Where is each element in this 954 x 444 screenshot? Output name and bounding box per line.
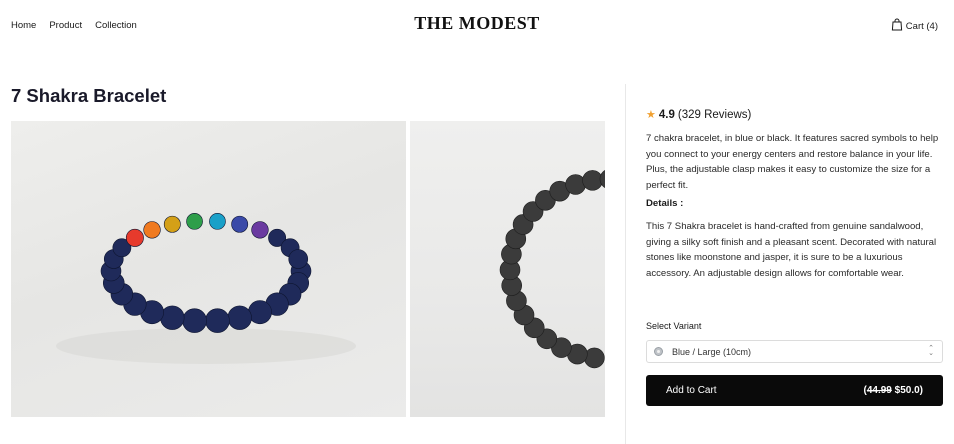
bead [248,300,272,325]
bracelet-lava-photo [499,169,605,369]
bead [251,221,269,239]
bead [288,249,309,269]
details-heading: Details : [646,198,684,209]
bead [163,215,181,233]
bead [205,308,230,333]
bead [231,215,249,233]
bracelet-colorful-photo [56,213,356,364]
variant-select[interactable]: Blue / Large (10cm) ⌃ ⌄ [646,340,943,363]
bead [160,305,185,330]
cart-button[interactable]: Cart (4) [891,18,938,34]
product-image-secondary[interactable] [410,121,605,417]
product-rating: ★ 4.9 (329 Reviews) [646,108,752,122]
rating-score: 4.9 [658,108,675,121]
details-text: This 7 Shakra bracelet is hand-crafted f… [646,221,937,279]
bead [182,308,207,333]
bead [565,174,586,195]
panel-divider [625,84,626,444]
product-title: 7 Shakra Bracelet [11,85,167,106]
bead [582,170,603,191]
site-header: Home Product Collection THE MODEST Cart … [0,0,954,52]
bead [143,221,161,239]
new-price: $50.0) [894,385,923,396]
bead [584,347,605,369]
price-display: (44.99 $50.0) [863,385,923,396]
shopping-bag-icon [891,18,903,34]
add-to-cart-button[interactable]: Add to Cart (44.99 $50.0) [646,375,943,406]
product-description: 7 chakra bracelet, in blue or black. It … [646,133,939,191]
chevron-updown-icon: ⌃ ⌄ [928,345,934,357]
old-price: 44.99 [866,385,892,396]
star-icon: ★ [646,109,656,121]
review-count[interactable]: (329 Reviews) [678,109,752,121]
cart-label: Cart (4) [905,20,938,32]
brand-logo[interactable]: THE MODEST [0,13,954,34]
variant-swatch [654,347,663,356]
variant-selected-value: Blue / Large (10cm) [672,346,752,357]
bead [125,228,144,247]
add-to-cart-label: Add to Cart [666,385,717,396]
bead [186,213,203,230]
bead [227,305,252,330]
product-image-main[interactable] [11,121,406,417]
variant-label: Select Variant [646,321,702,331]
bead [209,213,226,230]
